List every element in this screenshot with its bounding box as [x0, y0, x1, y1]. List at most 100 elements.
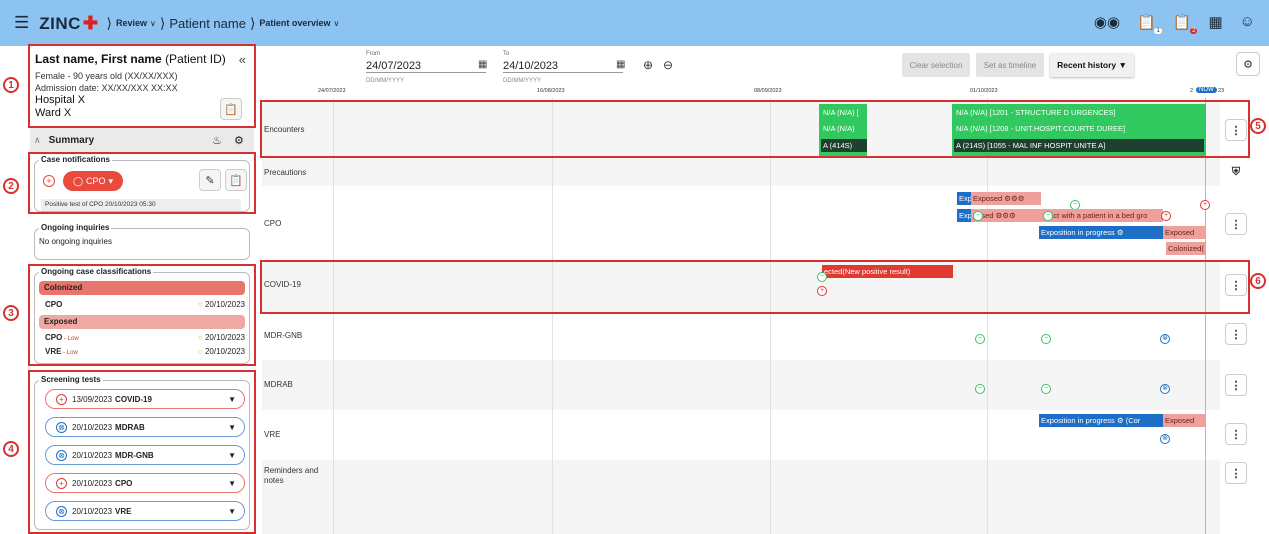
binoculars-icon[interactable]: ◉◉: [1094, 13, 1120, 31]
patient-panel: Last name, First name (Patient ID) « Fem…: [30, 46, 254, 534]
edit-button[interactable]: ✎: [199, 169, 221, 191]
clipboard-alert-icon[interactable]: 📋 2: [1173, 13, 1198, 34]
clipboard-icon[interactable]: 📋 1: [1137, 13, 1162, 34]
colonized-header: Colonized: [39, 281, 245, 295]
encounter-bar-text[interactable]: A (214S) [1055 - MAL INF HOSPIT UNITE A]: [954, 139, 1204, 152]
screening-test-vre[interactable]: ⊗ 20/10/2023 VRE ▼: [45, 501, 245, 521]
covid-menu-button[interactable]: ⋮: [1225, 274, 1247, 296]
cpo-bar[interactable]: Exp: [957, 209, 971, 222]
negative-test-icon[interactable]: −: [975, 384, 985, 394]
cpo-bar-exposed[interactable]: Exposed ⚙⚙⚙: [971, 192, 1041, 205]
comment-icon: ○: [197, 300, 203, 309]
summary-header[interactable]: ∧ Summary ♨ ⚙: [30, 128, 254, 152]
covid-bar-infected[interactable]: ected(New positive result): [822, 265, 953, 278]
encounter-bar-text[interactable]: A (414S): [821, 139, 867, 152]
caret-down-icon: ▼: [228, 478, 236, 488]
classification-row[interactable]: VRE - Low ○ 20/10/2023: [45, 347, 245, 356]
clipboard-button[interactable]: 📋: [225, 169, 247, 191]
reminders-menu-button[interactable]: ⋮: [1225, 462, 1247, 484]
negative-test-icon[interactable]: ⊗: [1160, 334, 1170, 344]
cpo-bar[interactable]: Exp: [957, 192, 971, 205]
exposed-header: Exposed: [39, 315, 245, 329]
breadcrumb-patient-overview[interactable]: Patient overview: [259, 18, 330, 28]
collapse-panel-icon[interactable]: «: [239, 52, 246, 67]
zoom-out-icon[interactable]: ⊖: [663, 58, 673, 72]
row-band-reminders: [262, 460, 1220, 534]
axis-label: 23: [1218, 88, 1225, 94]
negative-test-icon[interactable]: −: [1043, 211, 1053, 221]
negative-test-icon[interactable]: ⊗: [1160, 434, 1170, 444]
calendar-icon[interactable]: ▦: [616, 59, 625, 70]
negative-test-icon[interactable]: ⊗: [1160, 384, 1170, 394]
mdr-gnb-menu-button[interactable]: ⋮: [1225, 323, 1247, 345]
vre-menu-button[interactable]: ⋮: [1225, 423, 1247, 445]
chevron-down-icon[interactable]: ∨: [150, 19, 156, 28]
caret-down-icon: ▼: [228, 506, 236, 516]
clear-selection-button[interactable]: Clear selection: [902, 53, 970, 77]
axis-label: 24/07/2023: [318, 88, 346, 94]
cpo-bar-exposed[interactable]: Exposed: [1163, 226, 1206, 239]
user-settings-icon[interactable]: ☺: [1240, 13, 1255, 31]
negative-icon: ⊗: [56, 421, 67, 433]
negative-test-icon[interactable]: −: [1041, 334, 1051, 344]
row-label-precautions: Precautions: [264, 168, 307, 177]
encounter-bar-text: N/A (N/A) [: [823, 108, 859, 117]
patient-name: Last name, First name (Patient ID): [35, 52, 226, 66]
chevron-down-icon[interactable]: ∨: [333, 19, 339, 28]
negative-test-icon[interactable]: −: [973, 211, 983, 221]
negative-test-icon[interactable]: −: [817, 272, 827, 282]
negative-test-icon[interactable]: −: [1041, 384, 1051, 394]
encounters-menu-button[interactable]: ⋮: [1225, 119, 1247, 141]
screening-test-cpo[interactable]: +20/10/2023 CPO ▼: [45, 473, 245, 493]
grid-line: [333, 98, 334, 534]
cpo-bar-contact[interactable]: ntact with a patient in a bed gro: [1041, 209, 1163, 222]
grid-line: [552, 98, 553, 534]
clipboard-button[interactable]: 📋: [220, 98, 242, 120]
cpo-bar-colonized[interactable]: Colonized(: [1166, 242, 1206, 255]
shield-icon[interactable]: ⛨: [1225, 161, 1247, 183]
patient-ward: Ward X: [35, 107, 72, 119]
bell-plus-icon[interactable]: ♨: [212, 134, 222, 147]
cpo-bar-progress[interactable]: Exposition in progress ⚙: [1039, 226, 1163, 239]
breadcrumb-review[interactable]: Review: [116, 18, 147, 28]
row-label-mdrab: MDRAB: [264, 380, 293, 389]
positive-test-icon[interactable]: +: [1200, 200, 1210, 210]
gear-icon[interactable]: ⚙: [234, 134, 244, 147]
cpo-pill[interactable]: ◯ CPO ▾: [63, 171, 123, 191]
chevron-right-icon: ⟩: [159, 14, 166, 31]
recent-history-button[interactable]: Recent history ▼: [1050, 53, 1134, 77]
positive-test-icon[interactable]: +: [1161, 211, 1171, 221]
zoom-in-icon[interactable]: ⊕: [643, 58, 653, 72]
mdrab-menu-button[interactable]: ⋮: [1225, 374, 1247, 396]
timeline-settings-button[interactable]: ⚙: [1236, 52, 1260, 76]
case-classifications: Ongoing case classifications Colonized C…: [34, 267, 250, 364]
top-icon-group: ◉◉ 📋 1 📋 2 ▦ ☺: [1094, 13, 1255, 34]
to-date-input[interactable]: 24/10/2023: [503, 60, 623, 73]
comment-icon: ○: [197, 333, 203, 342]
vre-bar-progress[interactable]: Exposition in progress ⚙ (Cor: [1039, 414, 1163, 427]
caret-down-icon: ▼: [228, 394, 236, 404]
app-logo[interactable]: ZINC ✚: [39, 13, 98, 34]
chevron-up-icon[interactable]: ∧: [34, 135, 41, 146]
cpo-menu-button[interactable]: ⋮: [1225, 213, 1247, 235]
screening-test-mdr-gnb[interactable]: ⊗ 20/10/2023 MDR-GNB ▼: [45, 445, 245, 465]
caret-down-icon: ▾: [108, 175, 114, 186]
from-date-input[interactable]: 24/07/2023: [366, 60, 486, 73]
calendar-icon[interactable]: ▦: [1208, 13, 1222, 31]
add-notification-icon[interactable]: +: [43, 175, 55, 187]
classification-row[interactable]: CPO - Low ○ 20/10/2023: [45, 333, 245, 342]
classification-row[interactable]: CPO ○ 20/10/2023: [45, 300, 245, 309]
calendar-icon[interactable]: ▦: [478, 59, 487, 70]
ongoing-inquiries-legend: Ongoing inquiries: [39, 223, 112, 232]
vre-bar-exposed[interactable]: Exposed: [1163, 414, 1206, 427]
screening-test-mdrab[interactable]: ⊗ 20/10/2023 MDRAB ▼: [45, 417, 245, 437]
negative-test-icon[interactable]: −: [975, 334, 985, 344]
pencil-icon: ✎: [205, 174, 215, 187]
row-label-mdr-gnb: MDR-GNB: [264, 331, 303, 340]
screening-tests: Screening tests +13/09/2023 COVID-19 ▼ ⊗ 20…: [34, 375, 250, 530]
set-as-timeline-button[interactable]: Set as timeline: [976, 53, 1044, 77]
positive-test-icon[interactable]: +: [817, 286, 827, 296]
breadcrumb-patient-name[interactable]: Patient name: [169, 16, 246, 31]
screening-test-covid[interactable]: +13/09/2023 COVID-19 ▼: [45, 389, 245, 409]
hamburger-menu-icon[interactable]: ☰: [14, 13, 29, 33]
